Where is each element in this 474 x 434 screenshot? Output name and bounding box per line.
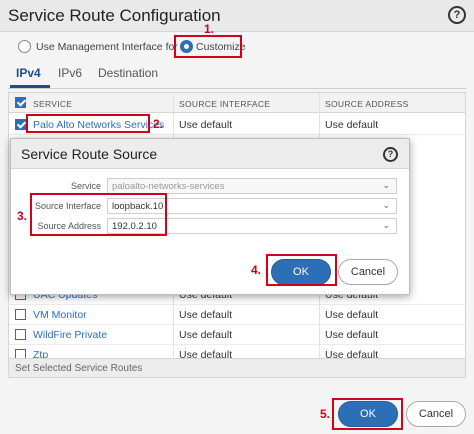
help-icon[interactable]: ?: [448, 6, 466, 24]
tab-ipv4[interactable]: IPv4: [16, 66, 41, 80]
row-checkbox[interactable]: [15, 309, 26, 320]
service-link[interactable]: VM Monitor: [33, 309, 87, 321]
tab-destination[interactable]: Destination: [98, 66, 158, 80]
modal-cancel-button[interactable]: Cancel: [338, 259, 398, 285]
step-4-highlight: [266, 254, 337, 286]
chevron-down-icon: ⌄: [382, 180, 390, 190]
source-address-cell: Use default: [325, 329, 379, 341]
step-2-label: 2.: [153, 117, 164, 131]
table-row[interactable]: VM Monitor Use default Use default: [9, 305, 465, 325]
step-1-highlight: [174, 35, 242, 58]
step-2-highlight: [26, 114, 150, 133]
step-5-highlight: [332, 398, 403, 430]
row-checkbox[interactable]: [15, 329, 26, 340]
service-label: Service: [70, 181, 101, 191]
chevron-down-icon[interactable]: ⌄: [382, 200, 390, 211]
select-all-checkbox[interactable]: [15, 97, 26, 108]
modal-title: Service Route Source: [21, 146, 158, 162]
table-row[interactable]: WildFire Private Use default Use default: [9, 325, 465, 345]
source-interface-cell: Use default: [179, 329, 233, 341]
radio-management-interface[interactable]: [18, 40, 31, 53]
step-3-label: 3.: [17, 209, 28, 223]
source-address-cell: Use default: [325, 309, 379, 321]
column-header-source-interface[interactable]: SOURCE INTERFACE: [179, 99, 270, 109]
source-interface-cell: Use default: [179, 309, 233, 321]
step-5-label: 5.: [320, 407, 331, 421]
radio-management-label: Use Management Interface for all: [36, 41, 192, 53]
set-selected-routes-label: Set Selected Service Routes: [15, 363, 143, 374]
service-value: paloalto-networks-services: [112, 181, 225, 192]
tabs-divider: [8, 88, 466, 89]
tab-ipv6[interactable]: IPv6: [58, 66, 82, 80]
column-header-source-address[interactable]: SOURCE ADDRESS: [325, 99, 409, 109]
dialog-header: Service Route Configuration ?: [0, 0, 474, 32]
source-address-cell: Use default: [325, 119, 379, 131]
set-selected-routes-bar[interactable]: Set Selected Service Routes: [8, 358, 466, 378]
modal-header: Service Route Source ?: [11, 139, 409, 169]
table-header: SERVICE SOURCE INTERFACE SOURCE ADDRESS: [9, 93, 465, 113]
column-header-service[interactable]: SERVICE: [33, 99, 72, 109]
row-checkbox[interactable]: [15, 119, 26, 130]
cancel-button[interactable]: Cancel: [406, 401, 466, 427]
chevron-down-icon[interactable]: ⌄: [382, 220, 390, 231]
source-interface-cell: Use default: [179, 119, 233, 131]
service-link[interactable]: WildFire Private: [33, 329, 107, 341]
dialog-title: Service Route Configuration: [8, 6, 221, 25]
service-field: paloalto-networks-services ⌄: [107, 178, 397, 194]
help-icon[interactable]: ?: [383, 147, 398, 162]
step-1-label: 1.: [204, 22, 215, 36]
step-3-highlight: [30, 193, 167, 236]
step-4-label: 4.: [251, 263, 262, 277]
